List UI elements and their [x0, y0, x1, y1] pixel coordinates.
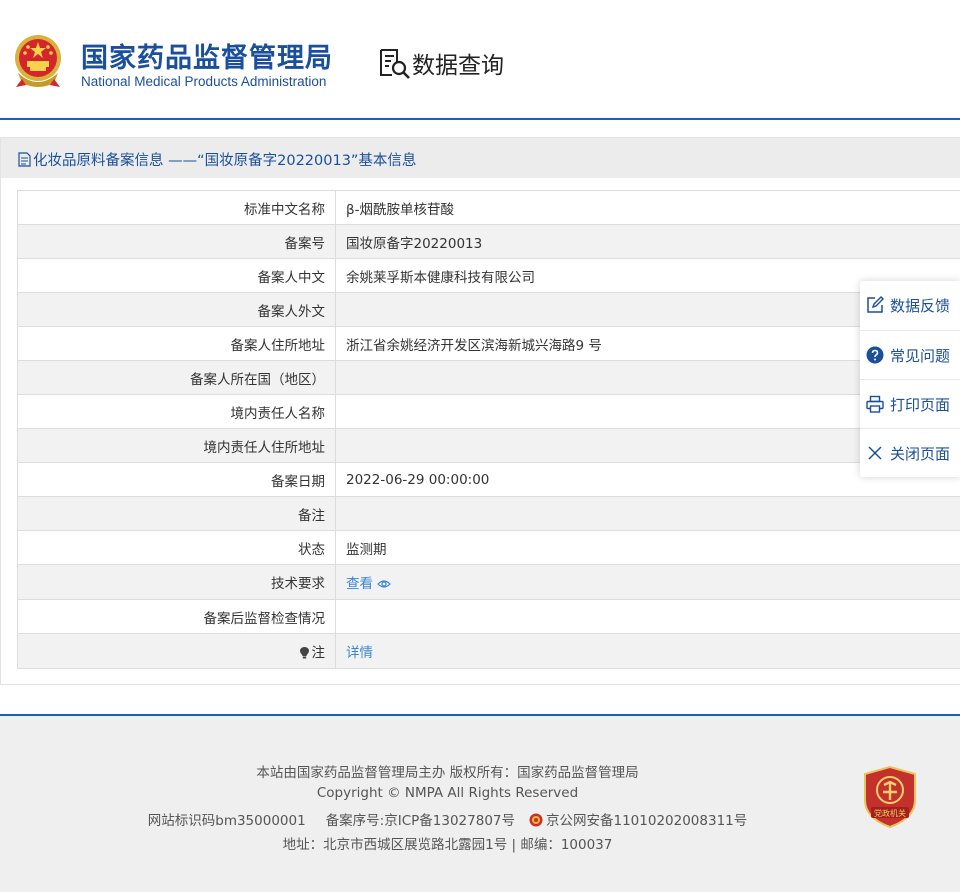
footer-registrations: 网站标识码bm35000001 备案序号:京ICP备13027807号 京公网安备1… [0, 809, 960, 829]
print-label: 打印页面 [890, 396, 951, 414]
row-label: 备案人中文 [17, 258, 336, 293]
table-row: 备案号 国妆原备字20220013 [17, 224, 960, 259]
printer-icon [866, 395, 884, 413]
table-row: 状态 监测期 [17, 530, 960, 565]
row-value: β-烟酰胺单核苷酸 [335, 190, 960, 225]
row-label: 备注 [17, 496, 336, 531]
brand-name-en: National Medical Products Administration [81, 74, 327, 89]
row-value: 详情 [335, 633, 960, 669]
table-row: 备案人所在国（地区） [17, 360, 960, 395]
row-label: 备案后监督检查情况 [17, 599, 336, 634]
close-page-button[interactable]: 关闭页面 [860, 428, 960, 477]
edit-icon [867, 296, 884, 313]
footer-icp[interactable]: 备案序号:京ICP备13027807号 [326, 813, 515, 829]
row-label: 状态 [17, 530, 336, 565]
close-icon [868, 446, 882, 460]
brand-name-cn: 国家药品监督管理局 [81, 43, 333, 74]
footer-site-code: 网站标识码bm35000001 [147, 813, 306, 829]
panel-title: 化妆品原料备案信息 ——“国妆原备字20220013”基本信息 [18, 149, 416, 170]
police-icon [529, 813, 543, 827]
row-label: 注 [17, 633, 336, 669]
table-row: 境内责任人住所地址 [17, 428, 960, 463]
row-label: 备案号 [17, 224, 336, 259]
row-label: 备案人外文 [17, 292, 336, 327]
row-label: 备案人住所地址 [17, 326, 336, 361]
footer-police-record[interactable]: 京公网安备11010202008311号 [546, 813, 747, 829]
question-icon [866, 346, 884, 364]
info-panel: 化妆品原料备案信息 ——“国妆原备字20220013”基本信息 标准中文名称 β-… [0, 137, 960, 685]
table-row: 备案人住所地址 浙江省余姚经济开发区滨海新城兴海路9 号 [17, 326, 960, 361]
note-label: 注 [311, 645, 326, 661]
faq-button[interactable]: 常见问题 [860, 330, 960, 379]
site-footer: 本站由国家药品监督管理局主办 版权所有：国家药品监督管理局 Copyright … [0, 714, 960, 892]
row-value: 国妆原备字20220013 [335, 224, 960, 259]
party-badge-icon[interactable]: 党政机关 [863, 766, 917, 828]
row-value: 查看 [335, 564, 960, 600]
feedback-label: 数据反馈 [890, 297, 951, 315]
row-label: 备案人所在国（地区） [17, 360, 336, 395]
row-label: 境内责任人住所地址 [17, 428, 336, 463]
bulb-icon [299, 647, 309, 659]
info-table: 标准中文名称 β-烟酰胺单核苷酸 备案号 国妆原备字20220013 备案人中文 余姚… [17, 190, 960, 669]
document-icon [18, 152, 31, 167]
table-row: 标准中文名称 β-烟酰胺单核苷酸 [17, 190, 960, 225]
row-label: 境内责任人名称 [17, 394, 336, 429]
query-icon [380, 49, 410, 79]
table-row: 备案后监督检查情况 [17, 599, 960, 634]
print-page-button[interactable]: 打印页面 [860, 379, 960, 428]
view-tech-requirements-link[interactable]: 查看 [346, 576, 373, 592]
query-title: 数据查询 [412, 53, 504, 79]
table-row: 注 详情 [17, 633, 960, 669]
table-row: 备案日期 2022-06-29 00:00:00 [17, 462, 960, 497]
eye-icon[interactable] [377, 579, 391, 589]
panel-title-bar: 化妆品原料备案信息 ——“国妆原备字20220013”基本信息 [1, 138, 960, 178]
table-row: 备注 [17, 496, 960, 531]
row-label: 标准中文名称 [17, 190, 336, 225]
side-menu: 数据反馈 常见问题 打印页面 关闭页面 [860, 281, 960, 477]
row-label: 备案日期 [17, 462, 336, 497]
panel-title-text: 化妆品原料备案信息 ——“国妆原备字20220013”基本信息 [33, 153, 417, 169]
footer-sponsor: 本站由国家药品监督管理局主办 版权所有：国家药品监督管理局 [256, 765, 639, 781]
table-row: 备案人中文 余姚莱孚斯本健康科技有限公司 [17, 258, 960, 293]
table-row: 备案人外文 [17, 292, 960, 327]
note-details-link[interactable]: 详情 [346, 645, 373, 661]
row-value [335, 496, 960, 531]
emblem-icon [15, 35, 61, 87]
data-feedback-button[interactable]: 数据反馈 [860, 281, 960, 330]
close-label: 关闭页面 [890, 445, 951, 463]
table-row: 技术要求 查看 [17, 564, 960, 600]
table-row: 境内责任人名称 [17, 394, 960, 429]
footer-address: 地址：北京市西城区展览路北露园1号 | 邮编：100037 [282, 837, 613, 853]
row-value [335, 599, 960, 634]
footer-copyright: Copyright © NMPA All Rights Reserved [316, 785, 579, 801]
row-label: 技术要求 [17, 564, 336, 600]
site-header: 国家药品监督管理局 National Medical Products Admi… [0, 0, 960, 120]
faq-label: 常见问题 [890, 347, 951, 365]
row-value: 监测期 [335, 530, 960, 565]
party-badge-text: 党政机关 [874, 808, 906, 818]
